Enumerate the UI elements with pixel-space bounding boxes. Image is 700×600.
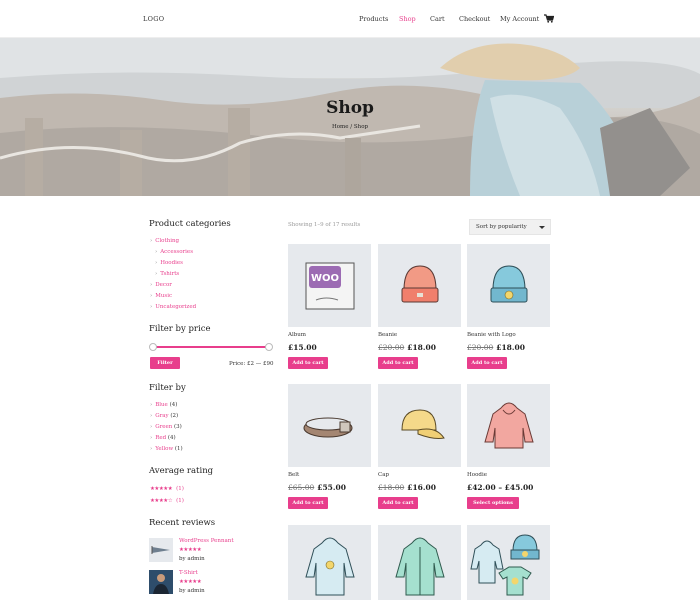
filter-color-gray[interactable]: › Gray (2) — [150, 413, 178, 419]
pennant-icon — [151, 546, 170, 554]
product-categories-heading: Product categories — [149, 219, 231, 229]
cap-image — [401, 409, 445, 439]
nav-checkout[interactable]: Checkout — [459, 15, 490, 23]
review-thumbnail-pennant[interactable] — [149, 538, 173, 562]
product-price: £20.00 £18.00 — [467, 343, 525, 352]
review-star-rating: ★★★★★ — [179, 579, 202, 585]
add-to-cart-button[interactable]: Add to cart — [288, 357, 328, 369]
person-photo-icon — [149, 570, 173, 594]
price-range-label: Price: £2 — £90 — [229, 361, 274, 367]
shopping-cart-icon[interactable] — [544, 14, 554, 23]
category-link-hoodies[interactable]: › Hoodies — [155, 260, 183, 266]
review-author: by admin — [179, 588, 205, 594]
chevron-right-icon: › — [150, 413, 153, 419]
product-price: £15.00 — [288, 343, 317, 352]
review-product-link[interactable]: WordPress Pennant — [179, 538, 234, 544]
chevron-right-icon: › — [150, 435, 153, 441]
add-to-cart-button[interactable]: Add to cart — [378, 497, 418, 509]
filter-button[interactable]: Filter — [150, 357, 180, 369]
nav-cart[interactable]: Cart — [430, 15, 445, 23]
product-image-album[interactable]: WOO — [288, 244, 371, 327]
hero-banner: Shop Home / Shop — [0, 38, 700, 196]
star-rating-icon: ★★★★★ — [150, 486, 173, 492]
rating-filter-4-stars[interactable]: ★★★★☆ (1) — [150, 498, 184, 504]
rating-filter-5-stars[interactable]: ★★★★★ (1) — [150, 486, 184, 492]
review-author: by admin — [179, 556, 205, 562]
product-title[interactable]: Belt — [288, 472, 299, 478]
nav-my-account[interactable]: My Account — [500, 15, 539, 23]
site-header: LOGO Products Shop Cart Checkout My Acco… — [0, 0, 700, 38]
nav-shop[interactable]: Shop — [399, 15, 416, 23]
svg-text:WOO: WOO — [311, 273, 339, 284]
product-image-belt[interactable] — [288, 384, 371, 467]
category-link-decor[interactable]: › Decor — [150, 282, 172, 288]
chevron-right-icon: › — [155, 271, 158, 277]
category-link-clothing[interactable]: › Clothing — [150, 238, 179, 244]
product-price: £18.00 £16.00 — [378, 483, 436, 492]
nav-products[interactable]: Products — [359, 15, 388, 23]
page-title: Shop — [326, 98, 374, 118]
hoodie-image — [484, 402, 534, 449]
category-link-tshirts[interactable]: › Tshirts — [155, 271, 179, 277]
product-image-logo-collection[interactable] — [467, 525, 550, 600]
product-title[interactable]: Cap — [378, 472, 389, 478]
add-to-cart-button[interactable]: Add to cart — [378, 357, 418, 369]
album-image: WOO — [305, 262, 355, 310]
chevron-right-icon: › — [150, 293, 153, 299]
product-image-hoodie-with-logo[interactable] — [288, 525, 371, 600]
category-link-music[interactable]: › Music — [150, 293, 172, 299]
chevron-right-icon: › — [155, 249, 158, 255]
product-title[interactable]: Beanie with Logo — [467, 332, 516, 338]
price-slider-track[interactable] — [153, 346, 269, 348]
breadcrumb[interactable]: Home / Shop — [0, 124, 700, 130]
chevron-right-icon: › — [150, 282, 153, 288]
select-options-button[interactable]: Select options — [467, 497, 519, 509]
hoodie-with-logo-image — [305, 537, 355, 596]
chevron-right-icon: › — [150, 304, 153, 310]
site-logo[interactable]: LOGO — [143, 15, 164, 23]
chevron-right-icon: › — [150, 424, 153, 430]
average-rating-heading: Average rating — [149, 466, 214, 476]
add-to-cart-button[interactable]: Add to cart — [288, 497, 328, 509]
filter-color-red[interactable]: › Red (4) — [150, 435, 176, 441]
product-image-beanie[interactable] — [378, 244, 461, 327]
belt-image — [303, 417, 353, 438]
recent-reviews-heading: Recent reviews — [149, 518, 216, 528]
product-price: £20.00 £18.00 — [378, 343, 436, 352]
chevron-right-icon: › — [150, 446, 153, 452]
product-title[interactable]: Beanie — [378, 332, 397, 338]
price-slider-min-handle[interactable] — [149, 343, 157, 351]
star-rating-icon: ★★★★☆ — [150, 498, 173, 504]
chevron-down-icon — [539, 226, 545, 229]
chevron-right-icon: › — [150, 402, 153, 408]
beanie-image — [401, 265, 439, 303]
add-to-cart-button[interactable]: Add to cart — [467, 357, 507, 369]
product-price: £42.00 – £45.00 — [467, 483, 534, 492]
product-image-hoodie[interactable] — [467, 384, 550, 467]
review-thumbnail-tshirt[interactable] — [149, 570, 173, 594]
category-link-accessories[interactable]: › Accessories — [155, 249, 193, 255]
chevron-right-icon: › — [150, 238, 153, 244]
product-price: £65.00 £55.00 — [288, 483, 346, 492]
review-star-rating: ★★★★★ — [179, 547, 202, 553]
product-image-cap[interactable] — [378, 384, 461, 467]
filter-color-yellow[interactable]: › Yellow (1) — [150, 446, 183, 452]
chevron-right-icon: › — [155, 260, 158, 266]
filter-by-heading: Filter by — [149, 383, 186, 393]
beanie-with-logo-image — [490, 265, 528, 303]
product-title[interactable]: Album — [288, 332, 306, 338]
result-count: Showing 1–9 of 17 results — [288, 222, 361, 228]
filter-color-green[interactable]: › Green (3) — [150, 424, 182, 430]
price-slider-max-handle[interactable] — [265, 343, 273, 351]
sort-select[interactable]: Sort by popularity — [469, 219, 551, 235]
filter-by-price-heading: Filter by price — [149, 324, 211, 334]
product-title[interactable]: Hoodie — [467, 472, 487, 478]
category-link-uncategorized[interactable]: › Uncategorized — [150, 304, 196, 310]
hoodie-with-zipper-image — [395, 537, 445, 596]
review-product-link[interactable]: T-Shirt — [179, 570, 198, 576]
logo-collection-image — [470, 534, 540, 596]
filter-color-blue[interactable]: › Blue (4) — [150, 402, 177, 408]
product-image-hoodie-with-zipper[interactable] — [378, 525, 461, 600]
product-image-beanie-with-logo[interactable] — [467, 244, 550, 327]
